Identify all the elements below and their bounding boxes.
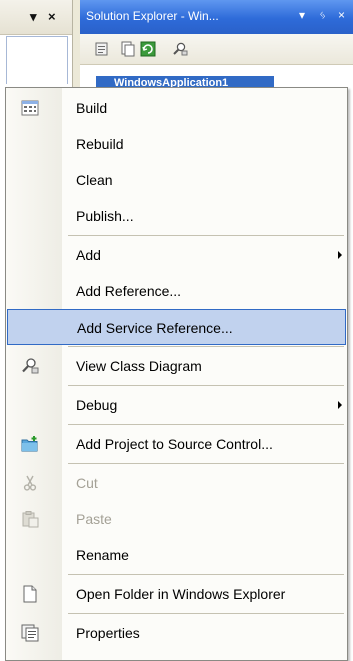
- menu-separator: [68, 613, 344, 614]
- menu-item-label: Add Service Reference...: [77, 320, 233, 336]
- menu-item-add-to-source-control[interactable]: Add Project to Source Control...: [7, 426, 346, 462]
- menu-item-label: Rebuild: [76, 136, 124, 152]
- show-all-files-icon[interactable]: [120, 41, 136, 57]
- paste-icon: [22, 511, 39, 528]
- left-pane-header: ▾ ×: [0, 0, 72, 35]
- menu-item-label: Debug: [76, 397, 118, 413]
- build-icon: [21, 100, 39, 116]
- view-class-diagram-icon[interactable]: [172, 41, 188, 57]
- menu-item-label: Add Project to Source Control...: [76, 436, 273, 452]
- submenu-arrow-icon: [338, 401, 342, 409]
- close-icon[interactable]: ×: [338, 8, 345, 22]
- menu-item-paste[interactable]: Paste: [7, 501, 346, 537]
- menu-separator: [68, 235, 344, 236]
- scissors-icon: [23, 475, 37, 491]
- menu-item-label: Rename: [76, 547, 129, 563]
- menu-item-label: Build: [76, 100, 108, 116]
- menu-item-label: Paste: [76, 511, 112, 527]
- menu-separator: [68, 574, 344, 575]
- auto-hide-pin-icon[interactable]: ᛃ: [319, 8, 326, 22]
- close-icon[interactable]: ×: [48, 9, 56, 24]
- properties-icon: [21, 624, 39, 642]
- window-position-icon[interactable]: ▾: [299, 8, 305, 22]
- menu-separator: [68, 463, 344, 464]
- menu-item-rebuild[interactable]: Rebuild: [7, 126, 346, 162]
- menu-item-label: Cut: [76, 475, 98, 491]
- properties-icon[interactable]: [94, 41, 110, 57]
- project-context-menu: Build Rebuild Clean Publish... Add Add R…: [5, 87, 348, 661]
- menu-separator: [68, 385, 344, 386]
- menu-item-clean[interactable]: Clean: [7, 162, 346, 198]
- submenu-arrow-icon: [338, 251, 342, 259]
- menu-separator: [68, 424, 344, 425]
- refresh-icon[interactable]: [140, 41, 156, 57]
- solution-explorer-title: Solution Explorer - Win...: [86, 9, 219, 23]
- menu-item-label: Open Folder in Windows Explorer: [76, 586, 286, 602]
- solution-explorer-title-bar[interactable]: Solution Explorer - Win... ▾ ᛃ ×: [80, 0, 353, 34]
- menu-item-label: View Class Diagram: [76, 358, 202, 374]
- menu-item-label: Publish...: [76, 208, 134, 224]
- menu-item-label: Add Reference...: [76, 283, 182, 299]
- chevron-down-icon[interactable]: ▾: [30, 9, 37, 25]
- menu-item-publish[interactable]: Publish...: [7, 198, 346, 234]
- menu-item-debug[interactable]: Debug: [7, 387, 346, 423]
- menu-item-rename[interactable]: Rename: [7, 537, 346, 573]
- left-pane-content: [6, 36, 68, 84]
- open-folder-icon: [23, 585, 37, 603]
- menu-separator: [68, 346, 344, 347]
- menu-item-add[interactable]: Add: [7, 237, 346, 273]
- menu-item-build[interactable]: Build: [7, 90, 346, 126]
- menu-item-label: Properties: [76, 625, 140, 641]
- source-control-icon: [21, 436, 38, 452]
- menu-item-label: Add: [76, 247, 101, 263]
- menu-item-view-class-diagram[interactable]: View Class Diagram: [7, 348, 346, 384]
- solution-explorer-toolbar: [80, 34, 353, 65]
- menu-item-cut[interactable]: Cut: [7, 465, 346, 501]
- menu-item-open-folder[interactable]: Open Folder in Windows Explorer: [7, 576, 346, 612]
- menu-item-label: Clean: [76, 172, 113, 188]
- menu-item-add-service-reference[interactable]: Add Service Reference...: [7, 309, 346, 345]
- menu-item-add-reference[interactable]: Add Reference...: [7, 273, 346, 309]
- menu-item-properties[interactable]: Properties: [7, 615, 346, 651]
- class-diagram-icon: [22, 358, 39, 374]
